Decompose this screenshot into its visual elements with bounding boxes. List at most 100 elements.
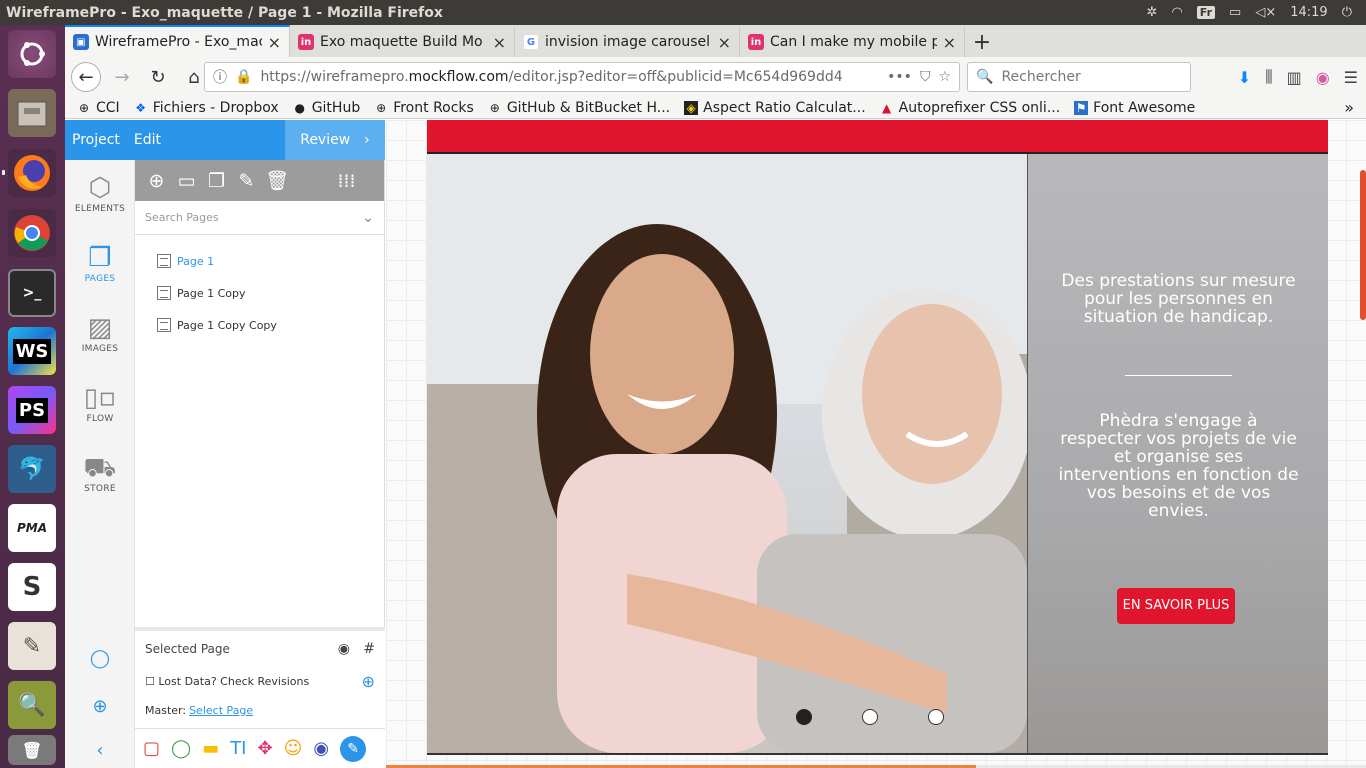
- mockup-header-bar[interactable]: [427, 120, 1328, 154]
- screenshot-tool-icon[interactable]: 🔍: [8, 681, 56, 729]
- slack-icon[interactable]: S: [8, 563, 56, 611]
- close-tab-icon[interactable]: ×: [493, 33, 506, 52]
- sidebar-icon[interactable]: ▥: [1287, 68, 1302, 87]
- pocket-icon[interactable]: ⛉: [920, 69, 931, 85]
- duplicate-icon[interactable]: ❐: [205, 170, 228, 192]
- carousel-text-panel[interactable]: Des prestations sur mesure pour les pers…: [1027, 154, 1328, 753]
- add-page-icon[interactable]: ⊕: [145, 170, 168, 192]
- rectangle-tool-icon[interactable]: ▢: [143, 738, 160, 759]
- menu-project[interactable]: Project: [65, 132, 127, 148]
- trash-icon[interactable]: 🗑: [8, 735, 56, 765]
- bookmark-item[interactable]: ⊕ CCI: [77, 100, 120, 116]
- ubuntu-dash-icon[interactable]: [8, 30, 56, 78]
- page-list-item[interactable]: Page 1 Copy: [135, 277, 384, 309]
- collapse-icon[interactable]: ‹: [65, 740, 135, 761]
- design-canvas[interactable]: Des prestations sur mesure pour les pers…: [386, 120, 1366, 768]
- page-list-item[interactable]: Page 1: [135, 245, 384, 277]
- carousel-dot[interactable]: [862, 709, 878, 725]
- bookmark-item[interactable]: ⚑ Font Awesome: [1074, 100, 1195, 116]
- close-tab-icon[interactable]: ×: [268, 33, 281, 52]
- edit-icon[interactable]: ✎: [235, 170, 258, 192]
- revisions-link[interactable]: ☐ Lost Data? Check Revisions: [145, 675, 309, 688]
- browser-tab[interactable]: in Exo maquette Build Mo ×: [290, 27, 515, 57]
- github-icon: ●: [294, 100, 305, 115]
- carousel-dot[interactable]: [928, 709, 944, 725]
- bookmarks-toolbar: ⊕ CCI ❖ Fichiers - Dropbox ● GitHub ⊕ Front …: [65, 97, 1366, 119]
- line-tool-icon[interactable]: ▬: [202, 738, 219, 759]
- bookmark-item[interactable]: ⊕ GitHub & BitBucket H...: [488, 100, 670, 116]
- settings-icon[interactable]: ✲: [1147, 5, 1158, 20]
- download-icon[interactable]: ⬇: [1238, 68, 1251, 87]
- url-bar[interactable]: ⓘ 🔒 https://wireframepro.mockflow.com/ed…: [204, 62, 960, 92]
- menu-edit[interactable]: Edit: [127, 132, 168, 148]
- back-button[interactable]: ←: [71, 62, 101, 92]
- chrome-icon[interactable]: [8, 209, 56, 257]
- text-tool-icon[interactable]: TI: [230, 738, 246, 759]
- rail-pages[interactable]: ❐ PAGES: [65, 242, 135, 284]
- terminal-icon[interactable]: >_: [8, 269, 56, 317]
- grid-view-icon[interactable]: ⁞⁞⁞: [335, 170, 358, 192]
- paintbrush-tool-icon[interactable]: ✎: [340, 735, 367, 762]
- en-savoir-plus-button[interactable]: EN SAVOIR PLUS: [1117, 588, 1235, 624]
- circle-tool-icon[interactable]: ◯: [171, 738, 191, 759]
- page-actions-icon[interactable]: •••: [887, 69, 912, 85]
- lock-icon[interactable]: 🔒: [235, 69, 252, 85]
- close-tab-icon[interactable]: ×: [718, 33, 731, 52]
- bookmark-item[interactable]: ⊕ Front Rocks: [374, 100, 474, 116]
- grid-icon[interactable]: #: [363, 641, 375, 657]
- page-list-item[interactable]: Page 1 Copy Copy: [135, 309, 384, 341]
- bookmark-item[interactable]: ❖ Fichiers - Dropbox: [134, 100, 278, 116]
- rail-elements[interactable]: ⬡ ELEMENTS: [65, 172, 135, 214]
- radio-tool-icon[interactable]: ◉: [313, 738, 329, 759]
- battery-icon[interactable]: ▭: [1229, 5, 1241, 20]
- rail-store[interactable]: ⛟ STORE: [65, 452, 135, 494]
- file-manager-icon[interactable]: [8, 89, 56, 137]
- library-icon[interactable]: ⫼: [1265, 67, 1272, 87]
- chevron-down-icon[interactable]: ⌄: [362, 210, 374, 226]
- rail-images[interactable]: ▨ IMAGES: [65, 312, 135, 354]
- color-extension-icon[interactable]: ◉: [1316, 68, 1330, 87]
- browser-tab[interactable]: G invision image carousel ×: [515, 27, 740, 57]
- text-editor-icon[interactable]: ✎: [8, 622, 56, 670]
- wifi-icon[interactable]: ◠: [1171, 5, 1182, 20]
- new-tab-button[interactable]: +: [965, 27, 999, 57]
- close-tab-icon[interactable]: ×: [943, 33, 956, 52]
- chat-icon[interactable]: ◯: [65, 648, 135, 669]
- phpstorm-icon[interactable]: PS: [8, 386, 56, 434]
- carousel-photo-illustration: [427, 154, 1027, 753]
- move-tool-icon[interactable]: ✥: [258, 738, 273, 759]
- mysql-workbench-icon[interactable]: 🐬: [8, 445, 56, 493]
- select-master-page-link[interactable]: Select Page: [189, 704, 253, 717]
- folder-icon[interactable]: ▭: [175, 170, 198, 192]
- eye-icon[interactable]: ◉: [338, 641, 350, 657]
- menu-icon[interactable]: ☰: [1344, 68, 1358, 87]
- zoom-icon[interactable]: ⊕: [65, 696, 135, 717]
- bookmarks-overflow-button[interactable]: »: [1344, 98, 1354, 117]
- delete-icon[interactable]: 🗑: [265, 169, 289, 192]
- search-pages-input[interactable]: Search Pages ⌄: [135, 201, 384, 235]
- bookmark-star-icon[interactable]: ☆: [938, 69, 951, 85]
- webstorm-icon[interactable]: WS: [8, 327, 56, 375]
- carousel-image[interactable]: [427, 154, 1027, 753]
- bookmark-item[interactable]: ● GitHub: [293, 100, 360, 116]
- browser-tab[interactable]: ▣ WireframePro - Exo_mac ×: [65, 25, 290, 57]
- emoji-tool-icon[interactable]: ☺: [284, 738, 303, 759]
- info-icon[interactable]: ⓘ: [213, 67, 227, 87]
- canvas-scrollbar[interactable]: [1360, 170, 1366, 320]
- add-circle-icon[interactable]: ⊕: [362, 672, 375, 691]
- carousel-dot[interactable]: [796, 709, 812, 725]
- power-icon[interactable]: ⏻: [1342, 5, 1352, 20]
- forward-button[interactable]: →: [107, 62, 137, 92]
- volume-icon[interactable]: ◁×: [1255, 5, 1276, 20]
- bookmark-item[interactable]: ◈ Aspect Ratio Calculat...: [684, 100, 866, 116]
- browser-tab[interactable]: in Can I make my mobile pr ×: [740, 27, 965, 57]
- rail-flow[interactable]: ▯▫ FLOW: [65, 382, 135, 424]
- review-button[interactable]: Review ›: [285, 120, 385, 160]
- firefox-icon[interactable]: [8, 149, 56, 197]
- phpmyadmin-icon[interactable]: PMA: [8, 504, 56, 552]
- keyboard-layout-indicator[interactable]: Fr: [1196, 6, 1216, 19]
- bookmark-item[interactable]: ▲ Autoprefixer CSS onli...: [880, 100, 1060, 116]
- clock[interactable]: 14:19: [1290, 5, 1327, 20]
- reload-button[interactable]: ↻: [143, 62, 173, 92]
- search-input[interactable]: 🔍 Rechercher: [967, 62, 1191, 92]
